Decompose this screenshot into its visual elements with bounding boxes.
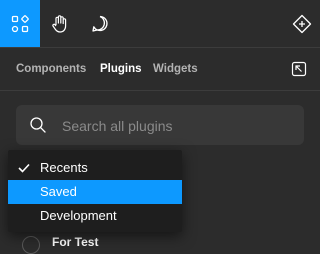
- components-diamond-icon: [292, 14, 312, 33]
- filter-dropdown-menu: Recents Saved Development: [8, 150, 182, 232]
- tab-components[interactable]: Components: [16, 62, 86, 76]
- toolbar: [0, 0, 320, 48]
- hand-icon: [52, 14, 67, 33]
- search-icon: [30, 117, 46, 133]
- panel-tabs: Components Plugins Widgets: [0, 48, 320, 91]
- check-icon: [18, 163, 30, 173]
- hand-tool-button[interactable]: [40, 0, 80, 47]
- menu-item-label: Development: [40, 208, 117, 223]
- search-input[interactable]: [60, 105, 294, 147]
- menu-item-development[interactable]: Development: [8, 204, 182, 228]
- comment-icon: [92, 15, 108, 32]
- menu-item-label: Recents: [40, 160, 88, 175]
- undock-button[interactable]: [290, 60, 308, 78]
- menu-item-recents[interactable]: Recents: [8, 156, 182, 180]
- tab-widgets[interactable]: Widgets: [153, 62, 198, 76]
- shapes-icon: [11, 14, 29, 32]
- undock-icon: [291, 61, 307, 77]
- search-box: [16, 105, 304, 147]
- components-diamond-button[interactable]: [282, 0, 320, 47]
- menu-item-saved[interactable]: Saved: [8, 180, 182, 204]
- comment-tool-button[interactable]: [80, 0, 120, 47]
- tab-plugins[interactable]: Plugins: [100, 62, 142, 76]
- menu-item-label: Saved: [40, 184, 77, 199]
- shapes-tool-button[interactable]: [0, 0, 40, 47]
- plugin-name: For Test: [52, 235, 99, 249]
- plugin-icon: [22, 236, 40, 254]
